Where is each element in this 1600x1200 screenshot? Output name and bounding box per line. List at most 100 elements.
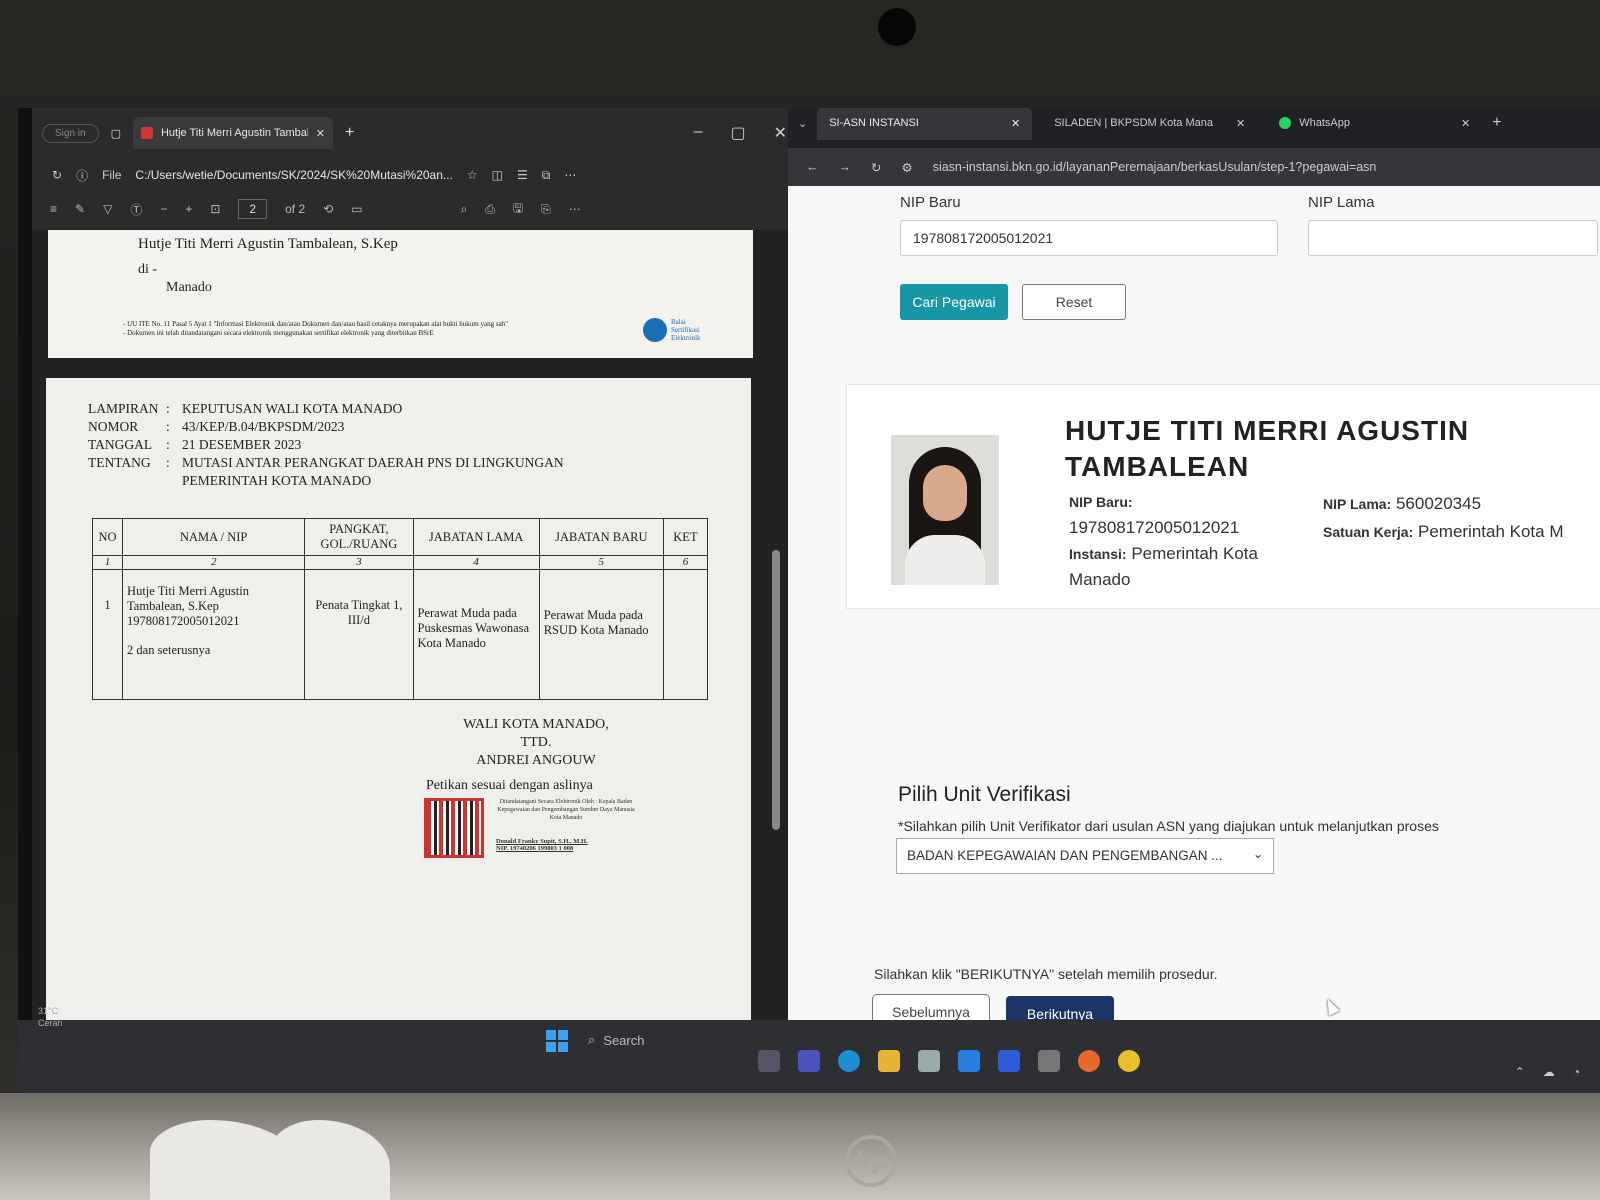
tab-label: SI-ASN INSTANSI [829, 117, 919, 129]
task-view-icon[interactable] [758, 1050, 780, 1072]
meta-value: 21 DESEMBER 2023 [182, 437, 302, 452]
profile-satuan-label: Satuan Kerja: [1323, 524, 1414, 540]
weather-desc: Cerah [38, 1018, 63, 1028]
maximize-icon[interactable]: ▢ [730, 123, 745, 143]
webcam [878, 8, 916, 46]
fit-page-icon[interactable]: ⊡ [210, 202, 220, 216]
browser-tab-bar: ⌄ SI-ASN INSTANSI ✕ SILADEN | BKPSDM Kot… [788, 108, 1600, 148]
dropbox-icon[interactable] [998, 1050, 1020, 1072]
tab-actions-icon[interactable]: ▢ [111, 127, 121, 140]
close-tab-icon[interactable]: ✕ [1236, 117, 1245, 130]
draw-icon[interactable]: ✎ [75, 202, 85, 216]
close-tab-icon[interactable]: ✕ [316, 127, 325, 140]
tab-label: SILADEN | BKPSDM Kota Mana [1054, 117, 1213, 129]
forward-icon[interactable]: → [839, 160, 852, 174]
close-tab-icon[interactable]: ✕ [1011, 117, 1020, 130]
sign-in-button[interactable]: Sign in [42, 123, 99, 143]
meta-key: NOMOR [88, 419, 139, 434]
close-tab-icon[interactable]: ✕ [1461, 117, 1470, 130]
table-index-row: 1 2 3 4 5 6 [91, 555, 709, 570]
whatsapp-icon [1279, 117, 1292, 129]
hp-logo-icon: hp [845, 1135, 897, 1187]
file-explorer-icon[interactable] [878, 1050, 900, 1072]
tab-siladen[interactable]: SILADEN | BKPSDM Kota Mana ✕ [1042, 108, 1257, 140]
profile-satuan-value: Pemerintah Kota M [1417, 522, 1564, 541]
tab-label: WhatsApp [1299, 117, 1350, 129]
photo-body [905, 535, 985, 585]
firefox-icon[interactable] [1078, 1050, 1100, 1072]
sig-name: ANDREI ANGOUW [476, 753, 596, 768]
site-settings-icon[interactable]: ⚙ [901, 160, 912, 175]
new-tab-icon[interactable]: + [1492, 114, 1501, 132]
highlight-icon[interactable]: ▽ [103, 202, 112, 216]
chevron-up-icon[interactable]: ⌃ [1515, 1065, 1525, 1079]
recipient-city: Manado [166, 280, 212, 295]
favorite-star-icon[interactable]: ☆ [467, 168, 478, 182]
cloud-icon[interactable]: ☁ [1543, 1065, 1555, 1079]
recipient-name: Hutje Titi Merri Agustin Tambalean, S.Ke… [138, 236, 398, 252]
nip-baru-label: NIP Baru [900, 194, 961, 211]
taskbar-search[interactable]: ⌕ Search [588, 1032, 644, 1048]
minimize-icon[interactable]: – [694, 123, 703, 143]
meta-nomor: NOMOR : 43/KEP/B.04/BKPSDM/2023 [88, 418, 564, 436]
page-number-input[interactable]: 2 [238, 199, 268, 219]
split-screen-icon[interactable]: ◫ [492, 168, 503, 182]
petikan-text: Petikan sesuai dengan aslinya [426, 778, 593, 793]
teams-icon[interactable] [798, 1050, 820, 1072]
nip-lama-input[interactable] [1308, 220, 1598, 256]
network-icon[interactable]: ◔ [1573, 1065, 1580, 1079]
nip-baru-input[interactable]: 197808172005012021 [900, 220, 1278, 256]
profile-nip-lama-label: NIP Lama: [1323, 496, 1392, 512]
cari-pegawai-button[interactable]: Cari Pegawai [900, 284, 1008, 320]
new-tab-icon[interactable]: + [345, 124, 354, 142]
page-view-icon[interactable]: ▭ [351, 202, 362, 216]
pdf-address-bar: ↻ ⓘ File C:/Users/wetie/Documents/SK/202… [32, 158, 807, 192]
tab-list-icon[interactable]: ⌄ [798, 117, 807, 130]
profile-instansi-label: Instansi: [1069, 546, 1127, 562]
print-icon[interactable]: ⎙ [485, 202, 495, 217]
chrome-icon[interactable] [1118, 1050, 1140, 1072]
col-header: JABATAN LAMA [412, 518, 540, 556]
address-url[interactable]: siasn-instansi.bkn.go.id/layananPeremaja… [933, 160, 1377, 174]
text-icon[interactable]: Ⓣ [130, 201, 142, 218]
save-as-icon[interactable]: ⎘ [541, 202, 551, 217]
meta-value: 43/KEP/B.04/BKPSDM/2023 [182, 419, 345, 434]
store-icon[interactable] [918, 1050, 940, 1072]
close-window-icon[interactable]: ✕ [774, 123, 787, 143]
e-sign-stamp: Ditandatangani Secara Elektronik Oleh : … [497, 799, 635, 821]
photo-face [923, 465, 967, 521]
refresh-icon[interactable]: ↻ [52, 168, 62, 182]
back-icon[interactable]: ← [806, 160, 819, 174]
reload-icon[interactable]: ↻ [871, 160, 881, 175]
menu-icon[interactable]: ≡ [50, 202, 57, 216]
more-options-icon[interactable]: ⋯ [564, 168, 576, 182]
tab-pdf-document[interactable]: Hutje Titi Merri Agustin Tambalean ✕ [132, 117, 333, 149]
search-icon[interactable]: ⌕ [461, 202, 468, 217]
page-total: of 2 [285, 202, 306, 216]
weather-widget[interactable]: 31°C Cerah [38, 1005, 63, 1029]
zoom-in-icon[interactable]: + [185, 202, 192, 216]
tab-whatsapp[interactable]: WhatsApp ✕ [1267, 108, 1482, 140]
app-icon[interactable] [1038, 1050, 1060, 1072]
reset-button[interactable]: Reset [1022, 284, 1126, 320]
recipient-di: di - [138, 262, 158, 277]
collections-icon[interactable]: ⧉ [542, 168, 551, 183]
profile-nip-lama: NIP Lama: 560020345 [1323, 491, 1600, 517]
zoom-out-icon[interactable]: − [160, 202, 167, 216]
pdf-more-icon[interactable]: ⋯ [569, 202, 581, 216]
address-url[interactable]: C:/Users/wetie/Documents/SK/2024/SK%20Mu… [135, 168, 452, 182]
window-controls: – ▢ ✕ [694, 123, 797, 143]
pdf-document-area[interactable]: Hutje Titi Merri Agustin Tambalean, S.Ke… [32, 230, 792, 1048]
save-icon[interactable]: 🖫 [513, 199, 523, 220]
windows-start-icon[interactable] [546, 1030, 568, 1052]
pdf-scrollbar[interactable] [772, 550, 780, 830]
mail-icon[interactable] [958, 1050, 980, 1072]
edge-icon[interactable] [838, 1050, 860, 1072]
verifikator-hint: *Silahkan pilih Unit Verifikator dari us… [898, 818, 1439, 834]
favorites-icon[interactable]: ☰ [517, 168, 528, 182]
tab-siasn[interactable]: SI-ASN INSTANSI ✕ [817, 108, 1033, 140]
rotate-icon[interactable]: ⟲ [323, 202, 333, 216]
tab-title: Hutje Titi Merri Agustin Tambalean [160, 127, 308, 139]
meta-tanggal: TANGGAL : 21 DESEMBER 2023 [88, 436, 564, 454]
unit-verifikasi-select[interactable]: BADAN KEPEGAWAIAN DAN PENGEMBANGAN ... ⌄ [896, 838, 1274, 874]
